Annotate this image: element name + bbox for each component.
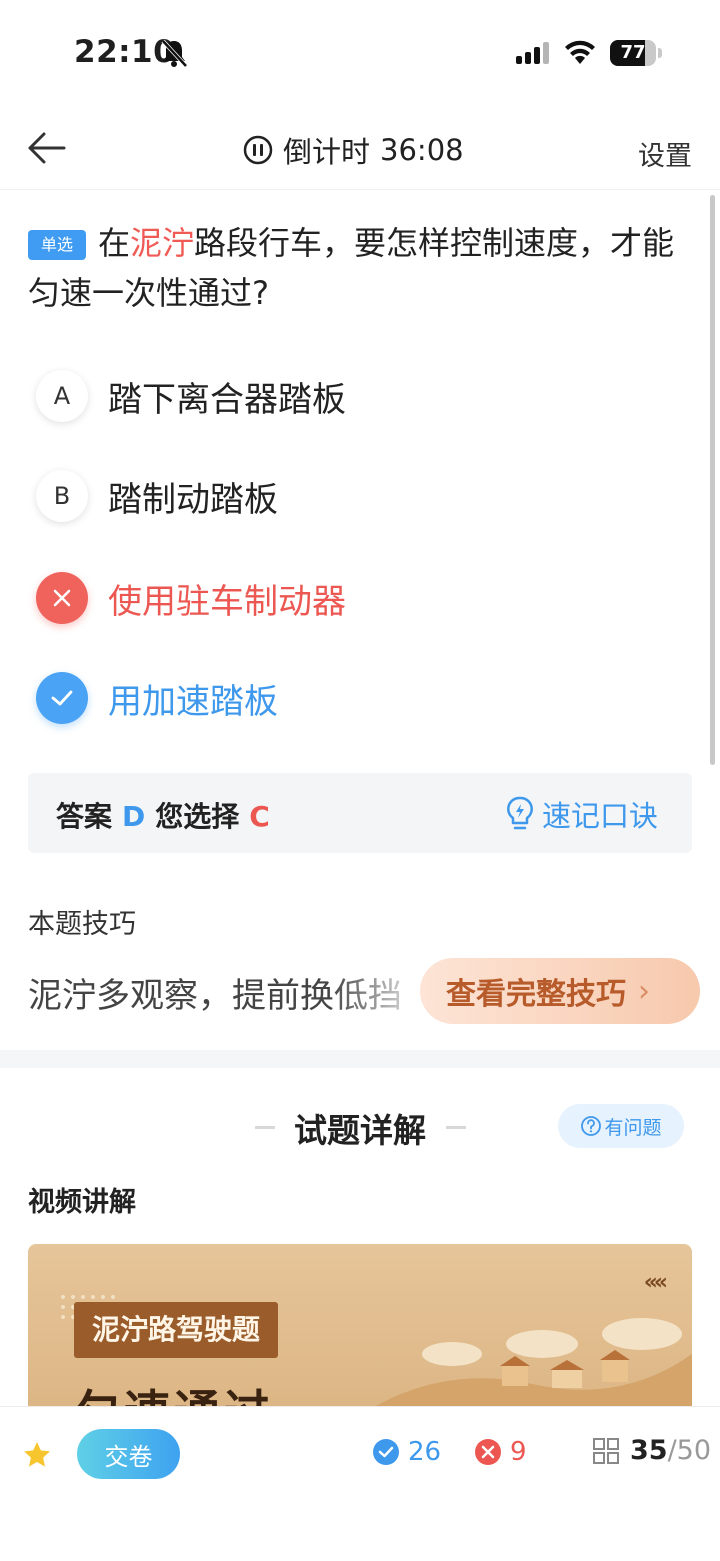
progress-current: 35	[630, 1435, 668, 1466]
bottom-bar: 交卷 26 9 35 /50	[0, 1406, 720, 1561]
report-issue-label: 有问题	[604, 1116, 662, 1139]
scrollbar[interactable]	[710, 195, 715, 765]
option-a[interactable]: A 踏下离合器踏板	[36, 366, 346, 426]
view-full-tip-label: 查看完整技巧	[446, 977, 626, 1012]
wrong-count-value: 9	[510, 1437, 527, 1467]
question-text: 单选 在泥泞路段行车，要怎样控制速度，才能匀速一次性通过?	[28, 218, 688, 318]
submit-exam-button[interactable]: 交卷	[77, 1429, 180, 1479]
answer-label: 答案	[56, 800, 113, 833]
settings-button[interactable]: 设置	[638, 134, 692, 173]
video-thumbnail[interactable]: ‹‹‹‹ 泥泞路驾驶题 匀速通过	[28, 1244, 692, 1414]
correct-count-value: 26	[408, 1437, 442, 1467]
question-highlight: 泥泞	[130, 224, 195, 262]
pause-icon[interactable]	[243, 135, 273, 165]
question-mark-icon	[581, 1116, 602, 1136]
answer-summary: 答案 D 您选择 C	[56, 795, 270, 835]
question-text-before: 在	[98, 224, 131, 262]
correct-answer: D	[122, 800, 146, 833]
correct-check-icon	[373, 1439, 399, 1465]
option-b-text: 踏制动踏板	[108, 479, 278, 520]
countdown-timer[interactable]: 倒计时 36:08	[243, 130, 464, 170]
answer-panel: 答案 D 您选择 C 速记口诀	[28, 773, 692, 853]
tip-fade	[330, 960, 430, 1020]
back-arrow-icon[interactable]	[26, 130, 66, 166]
tip-title: 本题技巧	[28, 909, 136, 940]
option-c[interactable]: 使用驻车制动器	[36, 568, 346, 628]
timer-label: 倒计时	[283, 135, 371, 169]
signal-icon	[516, 42, 549, 64]
village-illustration	[362, 1318, 692, 1414]
question-progress[interactable]: 35 /50	[592, 1435, 711, 1466]
battery-indicator: 77	[610, 40, 662, 66]
video-section-label: 视频讲解	[28, 1187, 136, 1218]
chevron-right-icon: ›	[638, 973, 650, 1009]
title-dash-right	[446, 1126, 466, 1129]
correct-check-icon	[36, 672, 88, 724]
bell-muted-icon	[161, 39, 188, 68]
option-d-text: 用加速踏板	[108, 681, 278, 722]
status-bar: 22:10 77	[0, 0, 720, 104]
timer-value: 36:08	[380, 133, 464, 167]
wrong-x-icon	[36, 572, 88, 624]
correct-count[interactable]: 26	[372, 1437, 441, 1467]
chosen-answer: C	[249, 800, 270, 833]
battery-level-text: 77	[620, 42, 646, 63]
section-divider	[0, 1050, 720, 1068]
mnemonic-button[interactable]: 速记口诀	[504, 793, 658, 835]
option-a-text: 踏下离合器踏板	[108, 379, 346, 420]
wifi-icon	[565, 40, 595, 64]
wrong-count[interactable]: 9	[474, 1437, 527, 1467]
star-favorite-icon[interactable]	[22, 1440, 52, 1470]
question-type-tag: 单选	[28, 230, 86, 260]
option-c-text: 使用驻车制动器	[108, 581, 346, 622]
option-b[interactable]: B 踏制动踏板	[36, 466, 278, 526]
mnemonic-label: 速记口诀	[541, 799, 658, 833]
thumbnail-arrows: ‹‹‹‹	[643, 1270, 668, 1295]
grid-icon	[593, 1437, 619, 1464]
lightbulb-icon	[507, 796, 533, 830]
nav-bar: 倒计时 36:08 设置	[0, 104, 720, 190]
progress-total: /50	[667, 1435, 712, 1466]
wrong-x-icon	[475, 1439, 501, 1465]
video-tag: 泥泞路驾驶题	[74, 1302, 279, 1358]
chosen-label: 您选择	[155, 800, 240, 833]
option-d[interactable]: 用加速踏板	[36, 668, 278, 728]
report-issue-button[interactable]: 有问题	[558, 1104, 684, 1148]
option-a-letter: A	[36, 370, 88, 422]
view-full-tip-button[interactable]: 查看完整技巧 ›	[420, 958, 700, 1024]
option-b-letter: B	[36, 470, 88, 522]
